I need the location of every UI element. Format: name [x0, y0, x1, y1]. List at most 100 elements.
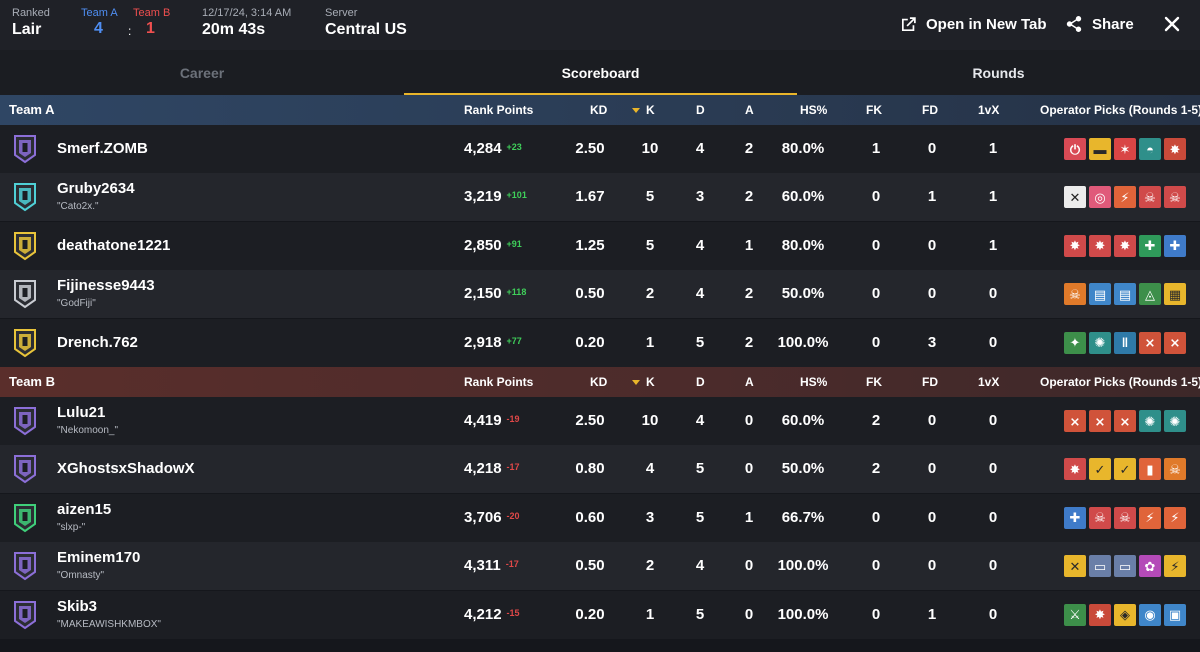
- operator-icon[interactable]: ▤: [1089, 283, 1111, 306]
- tab-rounds[interactable]: Rounds: [797, 50, 1200, 95]
- operator-icon[interactable]: ✶: [1114, 138, 1136, 160]
- operator-icon[interactable]: ✸: [1064, 234, 1086, 257]
- operator-icon[interactable]: ✸: [1089, 234, 1111, 257]
- player-row[interactable]: Eminem170 "Omnasty" 4,311 -17 0.50 2 4 0 100.0% 0…: [0, 542, 1200, 591]
- col-rank-points[interactable]: Rank Points: [464, 103, 533, 117]
- open-new-tab-button[interactable]: Open in New Tab: [900, 13, 1047, 35]
- operator-icon[interactable]: ✸: [1089, 603, 1111, 626]
- player-row[interactable]: Skib3 "MAKEAWISHKMBOX" 4,212 -15 0.20 1 5 0 100.…: [0, 590, 1200, 639]
- col-clutch[interactable]: 1vX: [978, 375, 999, 389]
- operator-icon[interactable]: ☠: [1114, 506, 1136, 529]
- operator-icon[interactable]: ⨯: [1089, 410, 1111, 432]
- player-row[interactable]: XGhostsxShadowX 4,218 -17 0.80 4 5 0 50.0% 2 0 0 ✸ ✓…: [0, 445, 1200, 494]
- operator-icon[interactable]: ✓: [1114, 458, 1136, 481]
- operator-icon[interactable]: ☠: [1164, 458, 1186, 481]
- operator-icon[interactable]: ✦: [1064, 331, 1086, 354]
- player-name[interactable]: Gruby2634: [57, 180, 135, 197]
- operator-icon[interactable]: ◬: [1139, 283, 1161, 306]
- col-hs[interactable]: HS%: [800, 375, 827, 389]
- col-deaths[interactable]: D: [696, 103, 705, 117]
- col-assists[interactable]: A: [745, 375, 754, 389]
- player-row[interactable]: Lulu21 "Nekomoon_" 4,419 -19 2.50 10 4 0 60.0% 2 0…: [0, 397, 1200, 445]
- operator-icon[interactable]: ✸: [1114, 234, 1136, 257]
- col-fk[interactable]: FK: [866, 375, 882, 389]
- player-name[interactable]: Lulu21: [57, 404, 105, 421]
- operator-icon[interactable]: ▬: [1089, 138, 1111, 160]
- operator-icon[interactable]: ✓: [1089, 458, 1111, 481]
- col-fk[interactable]: FK: [866, 103, 882, 117]
- operator-icon[interactable]: ▭: [1089, 555, 1111, 578]
- operator-icon[interactable]: ✕: [1064, 555, 1086, 578]
- operator-icon[interactable]: ⚡: [1114, 186, 1136, 209]
- rank-points-delta: +91: [506, 238, 522, 249]
- operator-icon[interactable]: ✺: [1139, 410, 1161, 432]
- col-deaths[interactable]: D: [696, 375, 705, 389]
- operator-icon[interactable]: ◈: [1114, 603, 1136, 626]
- operator-icon[interactable]: ⨯: [1164, 331, 1186, 354]
- col-kills[interactable]: K: [646, 375, 655, 389]
- operator-icon[interactable]: ✸: [1064, 458, 1086, 481]
- col-hs[interactable]: HS%: [800, 103, 827, 117]
- operator-icon[interactable]: ☠: [1139, 186, 1161, 209]
- operator-icon[interactable]: ⏻: [1064, 138, 1086, 160]
- col-kills[interactable]: K: [646, 103, 655, 117]
- player-name[interactable]: deathatone1221: [57, 237, 170, 254]
- operator-icon[interactable]: ✕: [1064, 186, 1086, 209]
- col-assists[interactable]: A: [745, 103, 754, 117]
- player-row[interactable]: Drench.762 2,918 +77 0.20 1 5 2 100.0% 0 3 0 ✦ ✺ ‖ ⨯ ⨯: [0, 318, 1200, 367]
- operator-icon[interactable]: ⚡: [1164, 555, 1186, 578]
- operator-icon[interactable]: ✚: [1139, 234, 1161, 257]
- col-fd[interactable]: FD: [922, 375, 938, 389]
- operator-icon[interactable]: ▣: [1164, 603, 1186, 626]
- operator-icon[interactable]: ◉: [1139, 603, 1161, 626]
- player-name[interactable]: XGhostsxShadowX: [57, 460, 195, 477]
- operator-icon[interactable]: ✺: [1089, 331, 1111, 354]
- operator-icon[interactable]: ✸: [1164, 138, 1186, 160]
- player-name[interactable]: Fijinesse9443: [57, 277, 155, 294]
- operator-icon[interactable]: ⨯: [1114, 410, 1136, 432]
- external-link-icon: [901, 16, 916, 31]
- operator-icon[interactable]: ☠: [1089, 506, 1111, 529]
- player-name[interactable]: Smerf.ZOMB: [57, 140, 148, 157]
- operator-icon[interactable]: ▮: [1139, 458, 1161, 481]
- player-row[interactable]: Smerf.ZOMB 4,284 +23 2.50 10 4 2 80.0% 1 0 1 ⏻ ▬ ✶ ◓ ✸: [0, 125, 1200, 173]
- share-button[interactable]: Share: [1065, 13, 1134, 35]
- col-kd[interactable]: KD: [590, 103, 607, 117]
- col-rank-points[interactable]: Rank Points: [464, 375, 533, 389]
- col-clutch[interactable]: 1vX: [978, 103, 999, 117]
- fd-value: 0: [927, 460, 937, 478]
- tab-scoreboard[interactable]: Scoreboard: [404, 50, 797, 95]
- player-row[interactable]: deathatone1221 2,850 +91 1.25 5 4 1 80.0% 0 0 1 ✸ ✸ ✸…: [0, 221, 1200, 270]
- operator-icon[interactable]: ⚔: [1064, 603, 1086, 626]
- operator-icon[interactable]: ▦: [1164, 283, 1186, 306]
- operator-icon[interactable]: ‖: [1114, 331, 1136, 354]
- operator-icon[interactable]: ◎: [1089, 186, 1111, 209]
- player-name[interactable]: aizen15: [57, 501, 111, 518]
- operator-icon[interactable]: ⚡: [1164, 506, 1186, 529]
- operator-icon[interactable]: ✺: [1164, 410, 1186, 432]
- operator-icon[interactable]: ⚡: [1139, 506, 1161, 529]
- player-name[interactable]: Eminem170: [57, 549, 140, 566]
- operator-icon[interactable]: ✚: [1064, 506, 1086, 529]
- operator-icon[interactable]: ✚: [1164, 234, 1186, 257]
- player-name[interactable]: Drench.762: [57, 334, 138, 351]
- operator-icon[interactable]: ◓: [1139, 138, 1161, 160]
- operator-icon[interactable]: ☠: [1164, 186, 1186, 209]
- rank-points-cell: 4,284 +23: [464, 140, 522, 157]
- fd-value: 0: [927, 412, 937, 429]
- operator-icon[interactable]: ⨯: [1139, 331, 1161, 354]
- operator-icon[interactable]: ✿: [1139, 555, 1161, 578]
- col-fd[interactable]: FD: [922, 103, 938, 117]
- operator-icon[interactable]: ☠: [1064, 283, 1086, 306]
- tab-career[interactable]: Career: [0, 50, 404, 95]
- player-row[interactable]: Gruby2634 "Cato2x." 3,219 +101 1.67 5 3 2 60.0% 0…: [0, 173, 1200, 222]
- operator-icon[interactable]: ▤: [1114, 283, 1136, 306]
- player-row[interactable]: Fijinesse9443 "GodFiji" 2,150 +118 0.50 2 4 2 50…: [0, 270, 1200, 319]
- player-name[interactable]: Skib3: [57, 598, 97, 615]
- player-row[interactable]: aizen15 "slxp-" 3,706 -20 0.60 3 5 1 66.7% 0 0 0 ✚ ☠ ☠…: [0, 493, 1200, 542]
- col-kd[interactable]: KD: [590, 375, 607, 389]
- operator-icon[interactable]: ▭: [1114, 555, 1136, 578]
- operator-icon[interactable]: ⨯: [1064, 410, 1086, 432]
- close-button[interactable]: [1162, 14, 1182, 34]
- sort-desc-icon: [632, 380, 640, 385]
